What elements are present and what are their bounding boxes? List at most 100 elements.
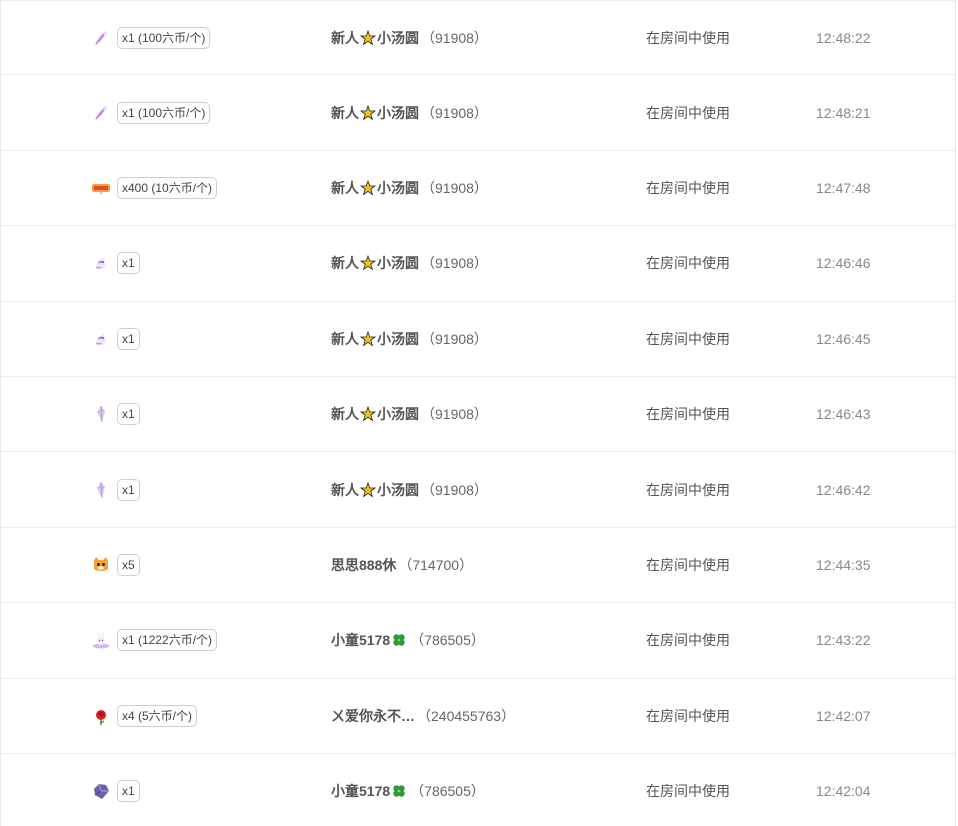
- user-name[interactable]: 新人 小汤圆: [331, 28, 419, 48]
- gift-record-row: x1 (100六币/个) 新人 小汤圆 （91908） 在房间中使用 12:48:…: [1, 0, 955, 76]
- user-name-part: ㄨ爱你永不…: [331, 707, 415, 724]
- user-id: （786505）: [410, 632, 485, 649]
- gift-cell: x1 (1222六币/个): [91, 603, 311, 677]
- star-badge-icon: [360, 255, 376, 271]
- feather-gift-icon: [91, 28, 111, 48]
- user-cell: 新人 小汤圆 （91908）: [331, 1, 631, 74]
- timestamp: 12:46:46: [816, 255, 871, 272]
- timestamp: 12:46:45: [816, 330, 871, 347]
- gift-record-row: x5 思思888休 （714700） 在房间中使用 12:44:35: [1, 528, 955, 604]
- user-name-suffix: 小汤圆: [377, 406, 419, 423]
- user-name-suffix: 小汤圆: [377, 29, 419, 46]
- gift-cell: x1: [91, 377, 311, 451]
- banner-gift-icon: [91, 178, 111, 198]
- quantity-badge: x400 (10六币/个): [117, 176, 218, 199]
- user-name-part: 新人: [331, 29, 359, 46]
- usage-label: 在房间中使用: [646, 556, 730, 573]
- user-id: （91908）: [421, 255, 488, 272]
- user-cell: ㄨ爱你永不… （240455763）: [331, 679, 631, 753]
- quantity-badge: x4 (5六币/个): [117, 704, 198, 727]
- quantity-badge: x1: [117, 478, 140, 501]
- user-id: （240455763）: [417, 707, 516, 724]
- gift-record-row: x400 (10六币/个) 新人 小汤圆 （91908） 在房间中使用 12:47…: [1, 151, 955, 227]
- user-name[interactable]: ㄨ爱你永不…: [331, 706, 415, 726]
- user-name-part: 小童5178: [331, 632, 391, 649]
- gift-record-row: x1 (1222六币/个) 小童5178 （786505） 在房间中使用 12:…: [1, 603, 955, 679]
- quantity-badge: x1: [117, 252, 140, 275]
- user-name-suffix: 小汤圆: [377, 330, 419, 347]
- usage-label: 在房间中使用: [646, 783, 730, 800]
- usage-label: 在房间中使用: [646, 179, 730, 196]
- usage-label: 在房间中使用: [646, 29, 730, 46]
- usage-label: 在房间中使用: [646, 104, 730, 121]
- user-id: （91908）: [421, 481, 488, 498]
- user-name-part: 新人: [331, 255, 359, 272]
- gift-cell: x1: [91, 754, 311, 826]
- clover-icon: [391, 632, 407, 648]
- unicorn-gift-icon: [91, 253, 111, 273]
- timestamp: 12:48:21: [816, 104, 871, 121]
- user-name[interactable]: 新人 小汤圆: [331, 329, 419, 349]
- user-name-suffix: 小汤圆: [377, 255, 419, 272]
- gift-record-row: x1 新人 小汤圆 （91908） 在房间中使用 12:46:45: [1, 302, 955, 377]
- user-name[interactable]: 新人 小汤圆: [331, 404, 419, 424]
- quantity-badge: x1 (100六币/个): [117, 26, 211, 49]
- user-name[interactable]: 思思888休: [331, 555, 396, 575]
- user-id: （91908）: [421, 29, 488, 46]
- gift-cell: x5: [91, 528, 311, 602]
- user-id: （786505）: [410, 783, 485, 800]
- timestamp: 12:47:48: [816, 179, 871, 196]
- user-name[interactable]: 新人 小汤圆: [331, 253, 419, 273]
- quantity-badge: x1 (1222六币/个): [117, 629, 218, 652]
- user-cell: 小童5178 （786505）: [331, 603, 631, 677]
- user-name-part: 新人: [331, 179, 359, 196]
- gift-cell: x1: [91, 226, 311, 300]
- gift-cell: x4 (5六币/个): [91, 679, 311, 753]
- user-cell: 新人 小汤圆 （91908）: [331, 75, 631, 149]
- user-id: （91908）: [421, 179, 488, 196]
- gift-record-row: x1 新人 小汤圆 （91908） 在房间中使用 12:46:46: [1, 226, 955, 302]
- timestamp: 12:44:35: [816, 556, 871, 573]
- timestamp: 12:43:22: [816, 632, 871, 649]
- user-cell: 新人 小汤圆 （91908）: [331, 302, 631, 376]
- quantity-badge: x1: [117, 780, 140, 803]
- unicorn-gift-icon: [91, 329, 111, 349]
- user-name[interactable]: 新人 小汤圆: [331, 178, 419, 198]
- user-name-part: 思思888休: [331, 556, 397, 573]
- gift-record-row: x4 (5六币/个) ㄨ爱你永不… （240455763） 在房间中使用 12:…: [1, 679, 955, 754]
- user-cell: 思思888休 （714700）: [331, 528, 631, 602]
- usage-label: 在房间中使用: [646, 255, 730, 272]
- gift-record-row: x1 小童5178 （786505） 在房间中使用 12:42:04: [1, 754, 955, 826]
- crystal-gift-icon: [91, 404, 111, 424]
- star-badge-icon: [360, 481, 376, 498]
- user-id: （91908）: [421, 104, 488, 121]
- gift-cell: x400 (10六币/个): [91, 151, 311, 225]
- user-name[interactable]: 小童5178: [331, 630, 408, 650]
- usage-label: 在房间中使用: [646, 481, 730, 498]
- user-name[interactable]: 新人 小汤圆: [331, 480, 419, 500]
- gift-cell: x1 (100六币/个): [91, 1, 311, 74]
- quantity-badge: x5: [117, 553, 140, 576]
- user-name-part: 小童5178: [331, 783, 391, 800]
- user-name-part: 新人: [331, 330, 359, 347]
- user-id: （714700）: [398, 556, 474, 573]
- gift-record-row: x1 新人 小汤圆 （91908） 在房间中使用 12:46:43: [1, 377, 955, 453]
- user-id: （91908）: [421, 330, 488, 347]
- timestamp: 12:42:04: [816, 783, 871, 800]
- gift-cell: x1: [91, 302, 311, 376]
- user-id: （91908）: [421, 406, 488, 423]
- user-name-part: 新人: [331, 104, 359, 121]
- clover-icon: [391, 783, 407, 799]
- user-name[interactable]: 新人 小汤圆: [331, 103, 419, 123]
- user-name-part: 新人: [331, 481, 359, 498]
- usage-label: 在房间中使用: [646, 406, 730, 423]
- user-cell: 新人 小汤圆 （91908）: [331, 151, 631, 225]
- usage-label: 在房间中使用: [646, 330, 730, 347]
- user-name[interactable]: 小童5178: [331, 781, 408, 801]
- usage-label: 在房间中使用: [646, 707, 730, 724]
- timestamp: 12:46:43: [816, 406, 871, 423]
- gem-gift-icon: [91, 781, 111, 801]
- feather-gift-icon: [91, 103, 111, 123]
- star-badge-icon: [360, 104, 376, 121]
- star-badge-icon: [360, 29, 376, 46]
